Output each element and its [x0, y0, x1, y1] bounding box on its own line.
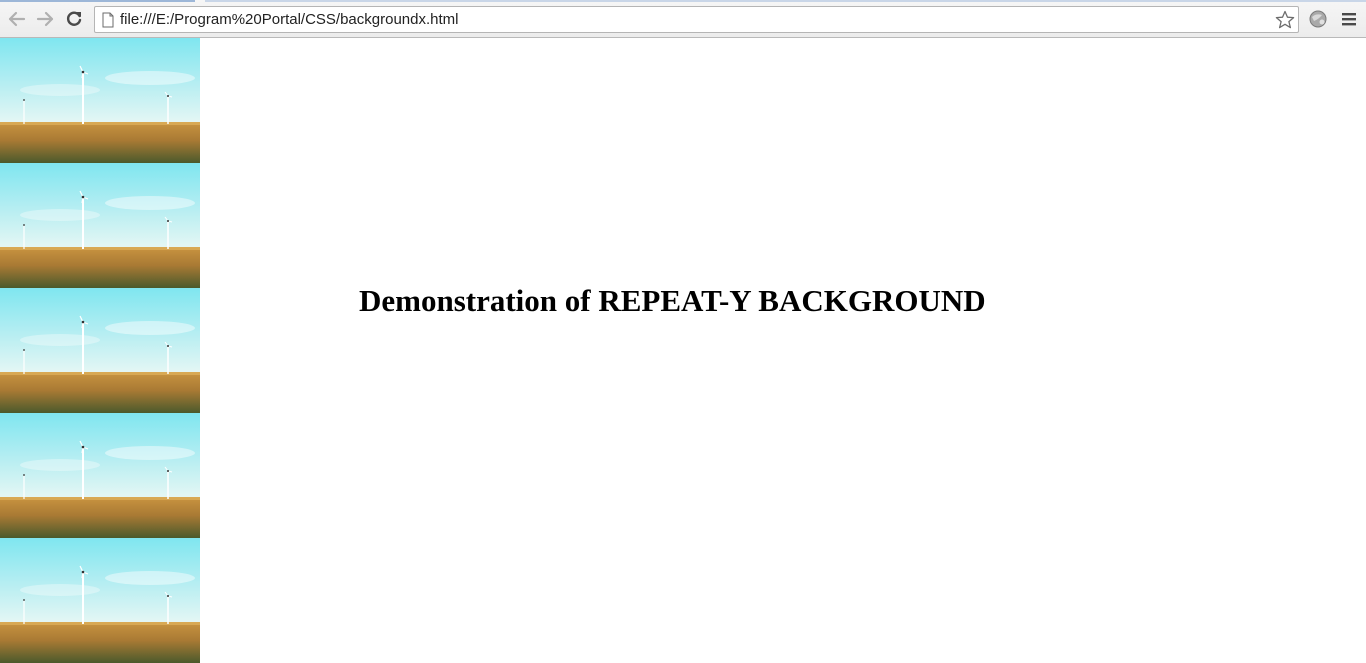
reload-icon — [66, 11, 82, 26]
wind-farm-tile — [0, 163, 200, 288]
wind-farm-tile — [0, 288, 200, 413]
forward-arrow-icon — [36, 11, 54, 27]
bookmark-button[interactable] — [1274, 9, 1296, 31]
wind-farm-tile — [0, 538, 200, 663]
page-icon — [102, 12, 114, 28]
menu-button[interactable] — [1337, 7, 1361, 31]
page-content: Demonstration of REPEAT-Y BACKGROUND — [0, 38, 1366, 663]
tab-strip-edge — [205, 0, 1366, 2]
hamburger-menu-icon — [1342, 13, 1356, 26]
extension-button[interactable] — [1306, 7, 1330, 31]
repeat-y-background — [0, 38, 200, 663]
browser-toolbar: file:///E:/Program%20Portal/CSS/backgrou… — [0, 0, 1366, 38]
wind-farm-tile — [0, 38, 200, 163]
back-arrow-icon — [8, 11, 26, 27]
star-icon — [1275, 10, 1295, 29]
forward-button[interactable] — [33, 7, 57, 31]
tab-edge — [0, 0, 195, 2]
back-button[interactable] — [5, 7, 29, 31]
reload-button[interactable] — [62, 7, 86, 31]
address-bar[interactable]: file:///E:/Program%20Portal/CSS/backgrou… — [94, 6, 1299, 33]
url-text[interactable]: file:///E:/Program%20Portal/CSS/backgrou… — [120, 11, 458, 28]
wind-farm-tile — [0, 413, 200, 538]
extension-icon — [1309, 10, 1327, 28]
page-heading: Demonstration of REPEAT-Y BACKGROUND — [359, 283, 986, 318]
